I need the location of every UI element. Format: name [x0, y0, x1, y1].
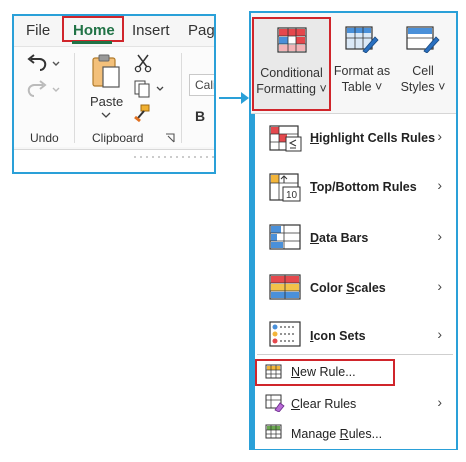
menu-item-data-bars[interactable]: Data Bars ›: [257, 215, 454, 259]
highlight-cells-icon: [269, 125, 302, 152]
format-as-table-label-2: Table ˅: [341, 80, 383, 94]
paste-icon[interactable]: [90, 53, 122, 89]
format-painter-icon[interactable]: [132, 103, 152, 123]
conditional-formatting-menu: Highlight Cells Rules › 10 Top/Bottom Ru…: [251, 113, 456, 449]
chevron-down-icon[interactable]: [101, 111, 111, 119]
icon-sets-label: Icon Sets: [310, 329, 366, 343]
group-divider: [181, 53, 182, 143]
undo-icon[interactable]: [26, 54, 62, 74]
icon-sets-icon: [269, 321, 301, 347]
menu-item-color-scales[interactable]: Color Scales ›: [257, 265, 454, 309]
top-bottom-rules-label: Top/Bottom Rules: [310, 180, 417, 194]
font-name-box[interactable]: Calib: [189, 74, 214, 96]
copy-icon[interactable]: [132, 79, 166, 99]
conditional-formatting-panel: Conditional Formatting ˅ Format as Table…: [249, 11, 458, 450]
tab-file[interactable]: File: [26, 22, 50, 39]
format-as-table-icon: [345, 26, 379, 53]
paste-label[interactable]: Paste: [90, 94, 123, 109]
group-label-clipboard: Clipboard: [92, 131, 144, 145]
arrow-head-icon: [241, 92, 249, 104]
conditional-formatting-label-1: Conditional: [260, 66, 323, 80]
dialog-launcher-icon[interactable]: [165, 133, 175, 143]
manage-rules-icon: [265, 424, 282, 439]
menu-item-icon-sets[interactable]: Icon Sets ›: [257, 315, 454, 355]
ribbon-tabs: File Home Insert Page: [14, 16, 214, 46]
chevron-right-icon: ›: [437, 394, 442, 410]
chevron-right-icon: ›: [437, 128, 442, 144]
dotted-divider: [134, 156, 214, 158]
tab-home[interactable]: Home: [73, 22, 115, 39]
data-bars-label: Data Bars: [310, 231, 369, 245]
menu-separator: [257, 354, 453, 355]
format-as-table-button[interactable]: Format as Table ˅: [331, 17, 393, 109]
format-as-table-label-1: Format as: [333, 64, 391, 78]
menu-item-clear-rules[interactable]: Clear Rules ›: [257, 390, 454, 416]
menu-accent-bar: [251, 114, 255, 449]
menu-item-highlight-cells-rules[interactable]: Highlight Cells Rules ›: [257, 116, 454, 160]
cell-styles-button[interactable]: Cell Styles ˅: [394, 17, 452, 109]
bold-button[interactable]: B: [195, 108, 205, 124]
sheet-strip: [14, 149, 214, 172]
top-bottom-icon: 10: [269, 173, 301, 202]
color-scales-icon: [269, 274, 301, 300]
menu-item-manage-rules[interactable]: Manage Rules...: [257, 420, 454, 446]
tab-home-underline: [72, 41, 112, 44]
menu-item-new-rule[interactable]: New Rule...: [257, 360, 454, 386]
top-bottom-icon-number: 10: [286, 190, 298, 201]
chevron-right-icon: ›: [437, 278, 442, 294]
cut-icon[interactable]: [134, 53, 152, 73]
chevron-right-icon: ›: [437, 326, 442, 342]
tab-insert[interactable]: Insert: [132, 22, 170, 39]
new-rule-icon: [265, 364, 282, 379]
redo-icon[interactable]: [26, 80, 62, 100]
cell-styles-label-1: Cell: [412, 64, 434, 78]
tab-page[interactable]: Page: [188, 22, 214, 39]
conditional-formatting-button[interactable]: Conditional Formatting ˅: [252, 17, 331, 111]
clear-rules-label: Clear Rules: [291, 397, 357, 411]
clear-rules-icon: [265, 394, 285, 412]
highlight-cells-rules-label: Highlight Cells Rules: [310, 131, 436, 145]
cell-styles-label-2: Styles ˅: [400, 80, 446, 94]
ribbon-panel: File Home Insert Page Undo Paste: [12, 14, 216, 174]
conditional-formatting-label-2: Formatting ˅: [256, 82, 327, 96]
group-divider: [74, 53, 75, 143]
menu-item-top-bottom-rules[interactable]: 10 Top/Bottom Rules ›: [257, 165, 454, 209]
chevron-right-icon: ›: [437, 177, 442, 193]
chevron-right-icon: ›: [437, 228, 442, 244]
group-label-undo: Undo: [30, 131, 59, 145]
arrow-connector: [219, 97, 243, 99]
ribbon-body: Undo Paste Clipboard Cali B: [14, 46, 214, 147]
manage-rules-label: Manage Rules...: [291, 427, 383, 441]
new-rule-label: New Rule...: [291, 365, 356, 379]
data-bars-icon: [269, 224, 301, 250]
cell-styles-icon: [406, 26, 440, 53]
color-scales-label: Color Scales: [310, 281, 386, 295]
conditional-formatting-icon: [277, 27, 307, 53]
